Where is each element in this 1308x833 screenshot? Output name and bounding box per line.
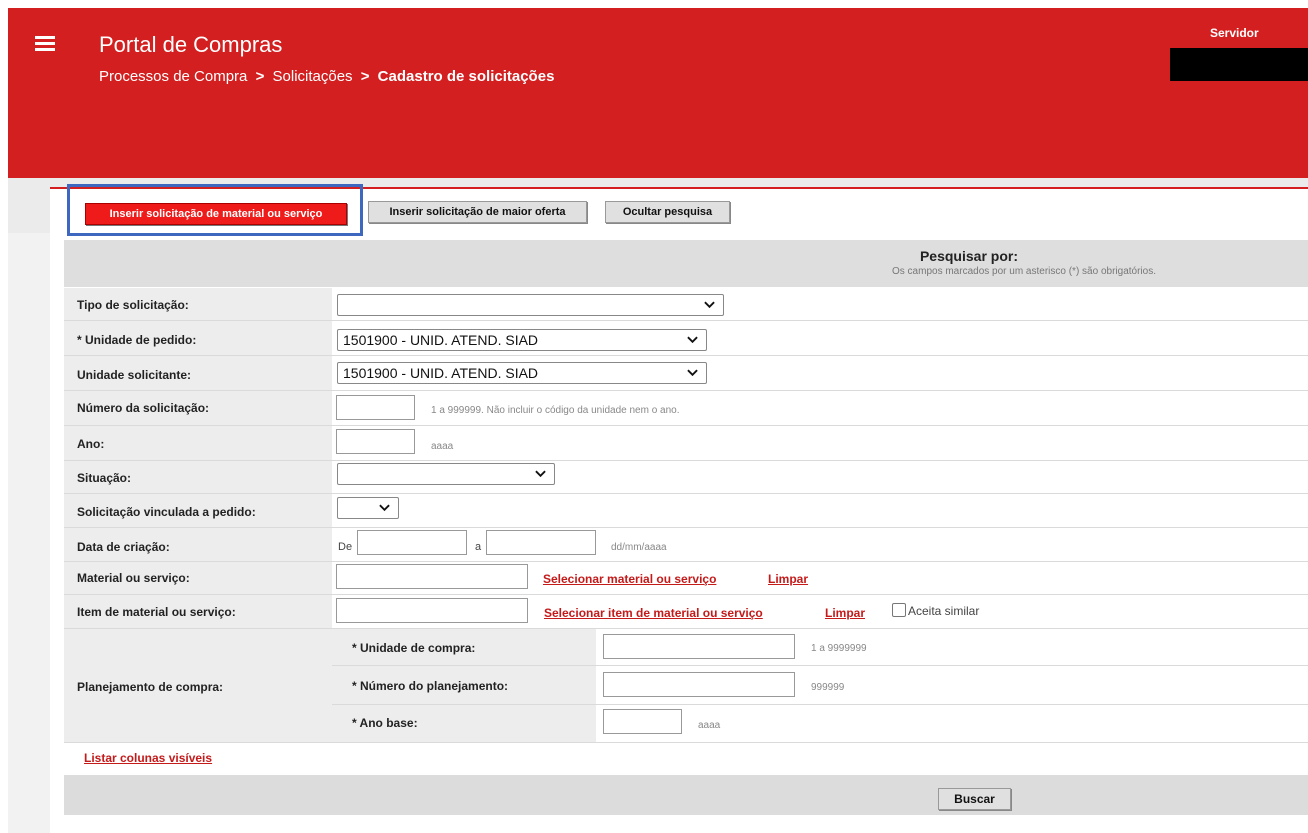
row-divider bbox=[64, 561, 1308, 562]
chevron-down-icon bbox=[535, 470, 546, 478]
numero-planejamento-input[interactable] bbox=[603, 672, 795, 697]
app-title: Portal de Compras bbox=[99, 32, 283, 57]
unidade-solicitante-select[interactable]: 1501900 - UNID. ATEND. SIAD bbox=[337, 362, 707, 384]
ano-base-input[interactable] bbox=[603, 709, 682, 734]
breadcrumb: Processos de Compra > Solicitações > Cad… bbox=[99, 68, 554, 85]
search-header: Pesquisar por: Os campos marcados por um… bbox=[64, 240, 1308, 287]
row-divider bbox=[64, 527, 1308, 528]
item-material-servico-input[interactable] bbox=[336, 598, 528, 623]
item-material-servico-label: Item de material ou serviço: bbox=[77, 605, 236, 619]
unidade-pedido-value: 1501900 - UNID. ATEND. SIAD bbox=[343, 332, 539, 348]
chevron-down-icon bbox=[687, 369, 698, 377]
left-strip bbox=[8, 233, 50, 833]
insert-best-offer-button[interactable]: Inserir solicitação de maior oferta bbox=[368, 201, 587, 223]
situacao-select[interactable] bbox=[337, 463, 555, 485]
data-criacao-hint: dd/mm/aaaa bbox=[611, 542, 667, 553]
data-criacao-to-label: a bbox=[475, 541, 482, 553]
data-criacao-to-input[interactable] bbox=[486, 530, 596, 555]
search-button[interactable]: Buscar bbox=[938, 788, 1011, 810]
search-footer-bar bbox=[64, 775, 1308, 815]
breadcrumb-current: Cadastro de solicitações bbox=[377, 68, 555, 85]
row-divider bbox=[64, 460, 1308, 461]
ano-base-label: * Ano base: bbox=[352, 716, 418, 730]
numero-planejamento-label: * Número do planejamento: bbox=[352, 679, 509, 693]
unidade-solicitante-label: Unidade solicitante: bbox=[77, 368, 192, 382]
unidade-compra-hint: 1 a 9999999 bbox=[811, 643, 867, 654]
row-divider bbox=[64, 355, 1308, 356]
numero-solicitacao-label: Número da solicitação: bbox=[77, 401, 210, 415]
row-divider bbox=[64, 425, 1308, 426]
situacao-label: Situação: bbox=[77, 471, 132, 485]
numero-planejamento-hint: 999999 bbox=[811, 682, 845, 693]
search-title: Pesquisar por: bbox=[919, 248, 1018, 264]
ano-hint: aaaa bbox=[431, 441, 454, 452]
row-divider bbox=[64, 742, 1308, 743]
breadcrumb-processos[interactable]: Processos de Compra bbox=[99, 68, 247, 85]
chevron-down-icon bbox=[704, 301, 715, 309]
insert-material-service-button[interactable]: Inserir solicitação de material ou servi… bbox=[85, 203, 347, 225]
vinculada-pedido-label: Solicitação vinculada a pedido: bbox=[77, 505, 256, 519]
numero-solicitacao-input[interactable] bbox=[336, 395, 415, 420]
planejamento-label: Planejamento de compra: bbox=[77, 680, 224, 694]
row-divider bbox=[64, 628, 1308, 629]
unidade-pedido-select[interactable]: 1501900 - UNID. ATEND. SIAD bbox=[337, 329, 707, 351]
data-criacao-label: Data de criação: bbox=[77, 540, 170, 554]
user-role-label: Servidor bbox=[1210, 26, 1259, 40]
unidade-solicitante-value: 1501900 - UNID. ATEND. SIAD bbox=[343, 365, 539, 381]
material-servico-label: Material ou serviço: bbox=[77, 571, 190, 585]
row-divider bbox=[64, 493, 1308, 494]
breadcrumb-separator: > bbox=[360, 68, 370, 85]
row-divider bbox=[64, 390, 1308, 391]
data-criacao-from-input[interactable] bbox=[357, 530, 467, 555]
app-header: Portal de Compras Processos de Compra > … bbox=[8, 8, 1308, 178]
tipo-solicitacao-select[interactable] bbox=[337, 294, 724, 316]
select-material-servico-link[interactable]: Selecionar material ou serviço bbox=[543, 572, 716, 586]
row-divider bbox=[64, 594, 1308, 595]
vinculada-pedido-select[interactable] bbox=[337, 497, 399, 519]
hide-search-button[interactable]: Ocultar pesquisa bbox=[605, 201, 730, 223]
data-criacao-from-label: De bbox=[338, 541, 353, 553]
ano-input[interactable] bbox=[336, 429, 415, 454]
row-divider bbox=[332, 704, 1308, 705]
select-item-material-servico-link[interactable]: Selecionar item de material ou serviço bbox=[544, 606, 763, 620]
breadcrumb-solicitacoes[interactable]: Solicitações bbox=[273, 68, 353, 85]
breadcrumb-separator: > bbox=[255, 68, 265, 85]
row-divider bbox=[64, 320, 1308, 321]
clear-material-servico-link[interactable]: Limpar bbox=[768, 572, 808, 586]
chevron-down-icon bbox=[687, 336, 698, 344]
unidade-compra-input[interactable] bbox=[603, 634, 795, 659]
list-visible-columns-link[interactable]: Listar colunas visíveis bbox=[84, 751, 212, 765]
aceita-similar-label: Aceita similar bbox=[908, 604, 980, 618]
hamburger-icon[interactable] bbox=[35, 36, 55, 52]
unidade-compra-label: * Unidade de compra: bbox=[352, 641, 476, 655]
ano-base-hint: aaaa bbox=[698, 720, 721, 731]
numero-solicitacao-hint: 1 a 999999. Não incluir o código da unid… bbox=[431, 405, 680, 416]
ano-label: Ano: bbox=[77, 437, 105, 451]
material-servico-input[interactable] bbox=[336, 564, 528, 589]
tipo-solicitacao-label: Tipo de solicitação: bbox=[77, 298, 189, 312]
chevron-down-icon bbox=[379, 504, 390, 512]
clear-item-material-servico-link[interactable]: Limpar bbox=[825, 606, 865, 620]
unidade-pedido-label: * Unidade de pedido: bbox=[77, 333, 197, 347]
search-subtitle: Os campos marcados por um asterisco (*) … bbox=[892, 266, 1156, 277]
row-divider bbox=[332, 665, 1308, 666]
user-name-redacted bbox=[1170, 48, 1308, 81]
aceita-similar-checkbox[interactable] bbox=[892, 603, 906, 617]
